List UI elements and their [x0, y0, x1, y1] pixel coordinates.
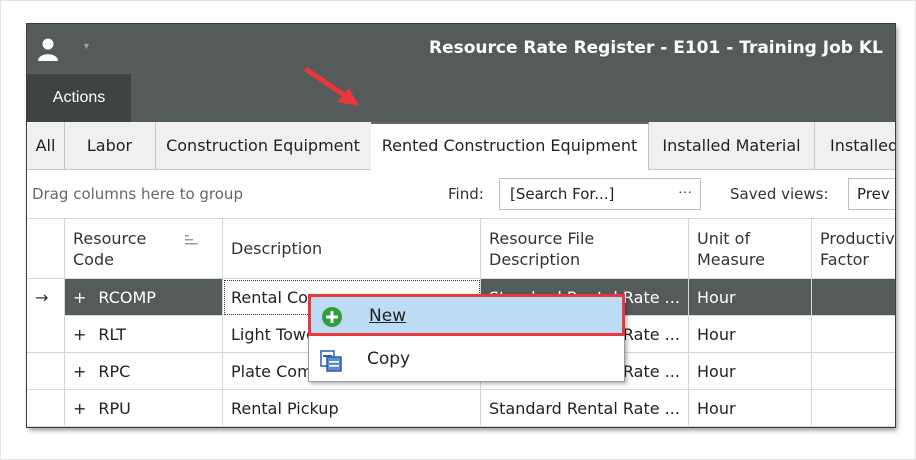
- column-header-unit-of-measure[interactable]: Unit of Measure: [689, 219, 812, 279]
- resource-code: RLT: [98, 325, 127, 344]
- file-description-cell[interactable]: Standard Rental Rate ...: [481, 390, 689, 427]
- header-line: Description: [489, 250, 581, 269]
- productivity-factor-cell[interactable]: [812, 316, 895, 353]
- tab-rented-construction-equipment[interactable]: Rented Construction Equipment: [371, 122, 649, 170]
- row-indicator: [27, 390, 65, 427]
- resource-code: RPC: [98, 362, 131, 381]
- row-indicator: [27, 316, 65, 353]
- resource-code-cell[interactable]: + RPU: [65, 390, 223, 427]
- search-input[interactable]: [Search For...] ···: [499, 178, 701, 210]
- context-menu-new[interactable]: New: [308, 294, 625, 336]
- unit-of-measure-cell[interactable]: Hour: [689, 390, 812, 427]
- header-line: Description: [231, 239, 323, 258]
- column-header-resource-file-description[interactable]: Resource File Description: [481, 219, 689, 279]
- column-header-productivity-factor[interactable]: Productiv Factor: [812, 219, 895, 279]
- window-title: Resource Rate Register - E101 - Training…: [429, 38, 883, 58]
- tab-construction-equipment[interactable]: Construction Equipment: [155, 122, 372, 169]
- copy-icon: [320, 350, 342, 372]
- table-row[interactable]: + RPU Rental Pickup Standard Rental Rate …: [27, 390, 895, 427]
- expand-row-button[interactable]: +: [73, 288, 86, 307]
- tab-labor[interactable]: Labor: [64, 122, 156, 169]
- saved-views-label: Saved views:: [730, 185, 829, 203]
- header-line: Productiv: [820, 229, 895, 248]
- header-line: Resource: [73, 229, 147, 248]
- description-cell[interactable]: Rental Pickup: [223, 390, 481, 427]
- unit-of-measure-cell[interactable]: Hour: [689, 279, 812, 316]
- context-menu: New Copy: [308, 294, 625, 382]
- productivity-factor-cell[interactable]: [812, 390, 895, 427]
- resource-code-cell[interactable]: + RLT: [65, 316, 223, 353]
- context-menu-copy-label: Copy: [367, 349, 411, 369]
- productivity-factor-cell[interactable]: [812, 279, 895, 316]
- ribbon: Actions: [27, 74, 895, 122]
- grid-toolbar: Drag columns here to group Find: [Search…: [27, 170, 895, 219]
- header-line: Resource File: [489, 229, 595, 248]
- context-menu-new-label: New: [369, 306, 407, 326]
- expand-row-button[interactable]: +: [73, 362, 86, 381]
- productivity-factor-cell[interactable]: [812, 353, 895, 390]
- saved-views-select[interactable]: Prev: [848, 178, 895, 210]
- sort-ascending-icon[interactable]: [185, 233, 201, 247]
- group-by-drop-area[interactable]: Drag columns here to group: [32, 185, 243, 203]
- column-header-resource-code[interactable]: Resource Code: [65, 219, 223, 279]
- user-icon[interactable]: [37, 37, 59, 61]
- column-header-description[interactable]: Description: [223, 219, 481, 279]
- row-indicator-header: [27, 219, 65, 279]
- row-indicator: [27, 353, 65, 390]
- category-tabs: All Labor Construction Equipment Rented …: [27, 122, 895, 170]
- context-menu-copy[interactable]: Copy: [309, 340, 624, 380]
- annotation-arrow-icon: [304, 67, 359, 106]
- title-bar: ▼ Resource Rate Register - E101 - Traini…: [27, 24, 895, 74]
- expand-row-button[interactable]: +: [73, 325, 86, 344]
- header-line: Factor: [820, 250, 869, 269]
- user-menu-caret-icon[interactable]: ▼: [82, 41, 91, 51]
- add-circle-icon: [322, 307, 342, 327]
- search-options-button[interactable]: ···: [678, 183, 692, 199]
- expand-row-button[interactable]: +: [73, 399, 86, 418]
- unit-of-measure-cell[interactable]: Hour: [689, 316, 812, 353]
- unit-of-measure-cell[interactable]: Hour: [689, 353, 812, 390]
- header-line: Code: [73, 250, 114, 269]
- tab-installed-material[interactable]: Installed Material: [649, 122, 815, 169]
- saved-views-value: Prev: [857, 185, 890, 203]
- actions-tab[interactable]: Actions: [27, 74, 131, 122]
- find-label: Find:: [448, 185, 484, 203]
- header-line: Measure: [697, 250, 765, 269]
- resource-code-cell[interactable]: + RPC: [65, 353, 223, 390]
- resource-code-cell[interactable]: + RCOMP: [65, 279, 223, 316]
- row-indicator-arrow: →: [27, 279, 65, 316]
- tab-all[interactable]: All: [27, 122, 65, 169]
- tab-installed[interactable]: Installed: [814, 122, 895, 169]
- resource-code: RCOMP: [98, 288, 156, 307]
- header-line: Unit of: [697, 229, 751, 248]
- search-input-value: [Search For...]: [510, 185, 615, 203]
- resource-code: RPU: [98, 399, 131, 418]
